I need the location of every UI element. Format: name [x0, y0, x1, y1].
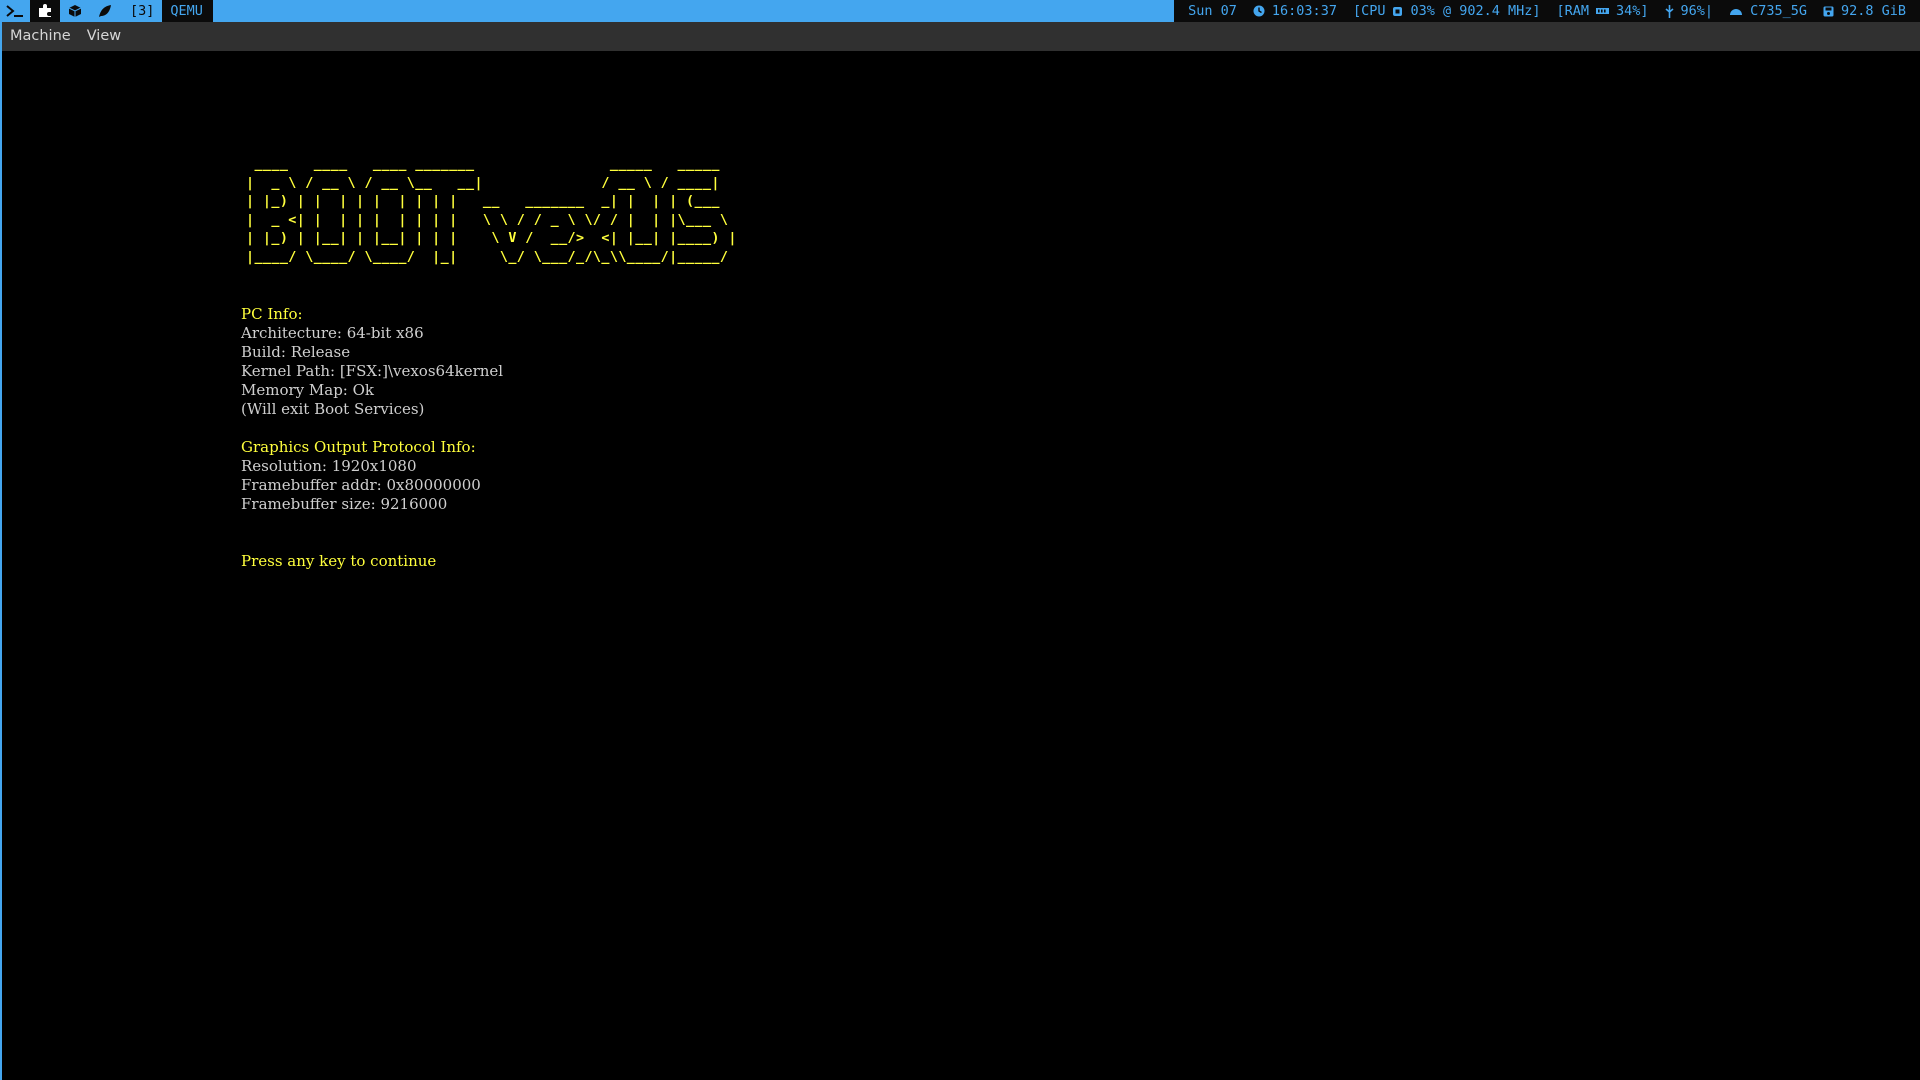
architecture-line: Architecture: 64-bit x86: [241, 324, 424, 342]
memory-icon: [1596, 7, 1610, 14]
memory-map-line: Memory Map: Ok: [241, 381, 375, 399]
menu-view[interactable]: View: [79, 22, 129, 51]
continue-prompt: Press any key to continue: [241, 552, 437, 570]
battery-value: 96%|: [1680, 3, 1714, 19]
qemu-menu-bar: Machine View: [2, 22, 1920, 51]
logo-line: | |_) | | | | | | | | | __ _______ _| | …: [246, 194, 737, 209]
logo-line: ____ ____ ____ _______ _____ _____: [246, 157, 729, 172]
pc-info-header: PC Info:: [241, 305, 303, 323]
logo-line: | _ <| | | | | | | | | \ \ / / _ \ \/ / …: [246, 212, 737, 228]
logo-line: |____/ \____/ \____/ |_| \_/ \___/_/\_\\…: [246, 249, 737, 265]
status-block: Sun 07 16:03:37 [CPU 03% @ 902.4 MHz] [R…: [1174, 0, 1920, 22]
wifi-ssid: C735_5G: [1750, 3, 1807, 19]
leaf-icon[interactable]: [90, 0, 120, 22]
wifi-icon: [1730, 9, 1743, 15]
battery-segment: 96%|: [1657, 0, 1722, 22]
time-text: 16:03:37: [1271, 3, 1337, 19]
boot-console: ____ ____ ____ _______ _____ _____ | _ \…: [241, 156, 737, 571]
cpu-segment: [CPU 03% @ 902.4 MHz]: [1345, 0, 1549, 22]
framebuffer-size-line: Framebuffer size: 9216000: [241, 495, 448, 513]
cpu-value: 03% @ 902.4 MHz]: [1410, 3, 1541, 19]
resolution-line: Resolution: 1920x1080: [241, 457, 417, 475]
workspace-number[interactable]: [3]: [120, 3, 162, 19]
system-top-bar: [3] QEMU Sun 07 16:03:37 [CPU 03% @ 902.…: [0, 0, 1920, 22]
disk-icon: [1823, 6, 1834, 16]
status-area: Sun 07 16:03:37 [CPU 03% @ 902.4 MHz] [R…: [1174, 0, 1920, 22]
build-line: Build: Release: [241, 343, 351, 361]
ram-segment: [RAM 34%]: [1549, 0, 1657, 22]
logo-line: | _ \ / __ \ / __ \__ __| / __ \ / ____|: [246, 175, 720, 191]
battery-icon: [1665, 4, 1674, 18]
cpu-label: [CPU: [1352, 3, 1386, 19]
disk-free: 92.8 GiB: [1840, 3, 1906, 19]
kernel-path-line: Kernel Path: [FSX:]\vexos64kernel: [241, 362, 504, 380]
clock-segment: 16:03:37: [1245, 0, 1345, 22]
logo-line: | |_) | |__| | |__| | | | \ V / __/> <| …: [246, 231, 737, 246]
gop-info-header: Graphics Output Protocol Info:: [241, 438, 476, 456]
ram-value: 34%]: [1616, 3, 1649, 19]
wifi-segment: C735_5G: [1721, 0, 1815, 22]
ram-label: [RAM: [1556, 3, 1590, 19]
ascii-logo: ____ ____ ____ _______ _____ _____ | _ \…: [246, 156, 737, 267]
vm-display[interactable]: ____ ____ ____ _______ _____ _____ | _ \…: [2, 51, 1920, 1080]
cube-icon[interactable]: [60, 0, 90, 22]
disk-segment: 92.8 GiB: [1815, 0, 1914, 22]
cpu-icon: [1393, 6, 1403, 16]
terminal-icon[interactable]: [0, 0, 30, 22]
workspace-area: [3] QEMU: [0, 0, 213, 22]
clock-icon: [1253, 5, 1265, 17]
menu-machine[interactable]: Machine: [2, 22, 79, 51]
date-text: Sun 07: [1188, 3, 1237, 19]
framebuffer-addr-line: Framebuffer addr: 0x80000000: [241, 476, 481, 494]
puzzle-icon[interactable]: [30, 0, 60, 22]
boot-services-line: (Will exit Boot Services): [241, 400, 425, 418]
window-title: QEMU: [162, 0, 213, 22]
